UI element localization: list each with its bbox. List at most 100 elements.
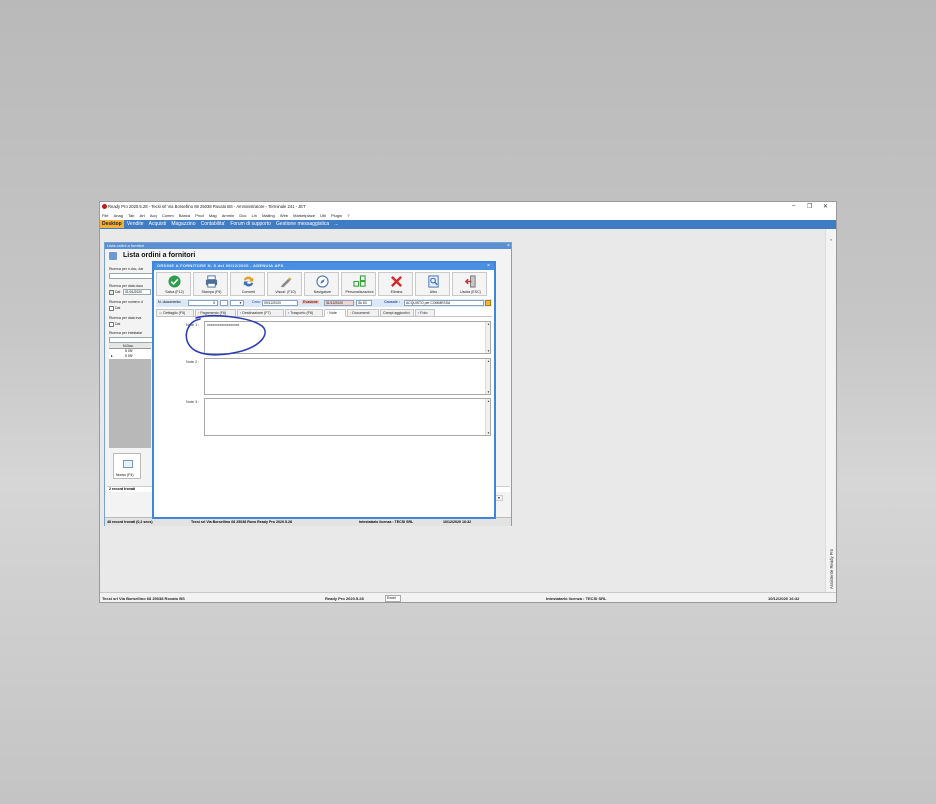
note-1-scrollbar[interactable] — [485, 322, 490, 353]
more-button[interactable]: Altro — [415, 272, 450, 296]
status-company: Tecsi srl Via Borsellino 68 25038 Rovato… — [102, 596, 185, 601]
table-row[interactable]: ▸ 5 09/ — [109, 354, 151, 359]
note-2-scrollbar[interactable] — [485, 359, 490, 394]
week-input[interactable]: Sk 53 — [356, 300, 372, 306]
tab-foto[interactable]: ▪ Foto — [415, 309, 435, 317]
exit-icon — [464, 275, 476, 288]
chevron-down-icon: ▼ — [239, 301, 242, 305]
close-button[interactable]: ✕ — [823, 203, 828, 210]
note-3-label: Note 3 : — [186, 400, 200, 404]
filter-data-input[interactable]: 01/01/2020 — [123, 289, 151, 295]
tab-note[interactable]: ▪ Note — [324, 309, 346, 317]
menu-lin[interactable]: Lin — [252, 213, 257, 218]
module-messaggistica[interactable]: Gestione messaggistica — [274, 220, 331, 228]
list-icon — [109, 252, 117, 260]
navigator-button[interactable]: Navigatore — [304, 272, 339, 296]
dropdown-arrow-icon[interactable]: ▼ — [495, 495, 503, 501]
menu-anag[interactable]: Anag — [114, 213, 123, 218]
filter-evasione-dal: Dal — [115, 322, 121, 326]
document-row: N. documento: 5 ▼ Data: 09/12/2020 Evasi… — [156, 299, 492, 307]
pencil-icon — [280, 277, 292, 288]
status-field[interactable]: Excel — [385, 595, 401, 602]
note-3-scrollbar[interactable] — [485, 399, 490, 435]
more-icon — [428, 275, 439, 288]
folder-icon[interactable] — [485, 300, 491, 306]
filter-intestatario-label: Ricerca per intestatar — [109, 331, 143, 335]
data-input[interactable]: 09/12/2020 — [262, 300, 298, 306]
menu-util[interactable]: Util — [320, 213, 326, 218]
menu-banca[interactable]: Banca — [179, 213, 190, 218]
main-statusbar: Tecsi srl Via Borsellino 68 25038 Rovato… — [100, 592, 836, 602]
causale-input[interactable]: ACQUISTO per COMMESSA — [404, 300, 484, 306]
menu-file[interactable]: File — [102, 213, 108, 218]
menu-comm[interactable]: Comm — [162, 213, 174, 218]
tab-trasporto[interactable]: ▪ Trasporto (F8) — [285, 309, 323, 317]
convert-button[interactable]: Converti — [230, 272, 265, 296]
assistant-panel[interactable]: « Assistente Ready Pro — [825, 229, 836, 592]
menu-ammin[interactable]: Ammin — [222, 213, 234, 218]
tab-documenti[interactable]: ▪ Documenti — [347, 309, 379, 317]
title-bar: Ready Pro 2020.5.28 - Tecsi srl Via Bors… — [100, 202, 836, 212]
filter-ndoc-input[interactable] — [109, 273, 153, 279]
causale-label: Causale : — [384, 300, 400, 304]
menu-prod[interactable]: Prod — [195, 213, 203, 218]
compass-icon — [316, 275, 329, 288]
module-bar: Desktop Vendite Acquisti Magazzino Conta… — [100, 220, 836, 229]
note-2-textarea[interactable] — [204, 358, 491, 395]
order-window: ORDINE A FORNITORE N. 5 del 09/12/2020 -… — [152, 261, 496, 519]
filter-numero-checkbox[interactable] — [109, 306, 114, 311]
customize-button[interactable]: Personalizzazioni — [341, 272, 376, 296]
data-label: Data: — [252, 300, 261, 304]
menu-web[interactable]: Web — [280, 213, 288, 218]
list-window-close-icon[interactable]: × — [507, 243, 510, 249]
module-contabilita[interactable]: Contabilita' — [199, 220, 228, 228]
collapse-icon[interactable]: « — [830, 237, 832, 242]
ready-pro-logo-icon — [102, 204, 107, 209]
note-3-textarea[interactable] — [204, 398, 491, 436]
evasione-input[interactable]: 31/12/2020 — [324, 300, 354, 306]
evasione-label: Evasione — [302, 300, 319, 304]
menu-marketplace[interactable]: Marketplace — [293, 213, 315, 218]
exit-button[interactable]: Uscita (ESC) — [452, 272, 487, 296]
doc-number-label: N. documento: — [158, 300, 182, 304]
module-desktop[interactable]: Desktop — [100, 220, 124, 228]
module-acquisti[interactable]: Acquisti — [147, 220, 169, 228]
row-pointer-icon: ▸ — [111, 354, 113, 358]
tab-campi-aggiuntivi[interactable]: Campi aggiuntivi — [380, 309, 414, 317]
module-magazzino[interactable]: Magazzino — [169, 220, 197, 228]
filter-evasione-checkbox[interactable] — [109, 322, 114, 327]
menu-acq[interactable]: Acq — [150, 213, 157, 218]
order-window-close-icon[interactable]: × — [487, 263, 490, 269]
minimize-button[interactable]: – — [792, 203, 795, 209]
menu-tab[interactable]: Tab — [128, 213, 134, 218]
status-license: Intestatario licenza : TECSI SRL — [546, 596, 607, 601]
menu-help[interactable]: ? — [347, 213, 349, 218]
grid-header-ndoc: N.Doc. — [123, 344, 134, 348]
module-forum[interactable]: Forum di supporto — [228, 220, 273, 228]
filter-numero-dal: Dal — [115, 306, 121, 310]
menu-mag[interactable]: Mag — [209, 213, 217, 218]
filter-data-label: Ricerca per data docu — [109, 284, 144, 288]
delete-button[interactable]: Elimina — [378, 272, 413, 296]
module-vendite[interactable]: Vendite — [125, 220, 146, 228]
view-button[interactable]: Visual. (F10) — [267, 272, 302, 296]
print-button[interactable]: Stampa (F9) — [193, 272, 228, 296]
window-title: Ready Pro 2020.5.28 - Tecsi srl Via Bors… — [108, 204, 306, 209]
module-more[interactable]: ... — [332, 220, 340, 228]
menu-bar: File Anag Tab Art Acq Comm Banca Prod Ma… — [100, 212, 836, 220]
filter-data-checkbox[interactable] — [109, 290, 114, 295]
menu-doc[interactable]: Doc — [239, 213, 246, 218]
orders-grid: N.Doc. 5 09/ ▸ 5 09/ — [109, 343, 151, 448]
doc-suffix-input[interactable] — [220, 300, 228, 306]
doc-series-select[interactable]: ▼ — [230, 300, 244, 306]
new-order-button[interactable]: Nuovo (F4) — [113, 453, 141, 479]
filter-evasione-label: Ricerca per data eva — [109, 316, 142, 320]
maximize-button[interactable]: ❐ — [807, 203, 812, 210]
menu-art[interactable]: Art — [140, 213, 145, 218]
doc-number-input[interactable]: 5 — [188, 300, 218, 306]
order-window-caption: ORDINE A FORNITORE N. 5 del 09/12/2020 -… — [154, 263, 494, 270]
menu-mailing[interactable]: Mailing — [262, 213, 275, 218]
status-license: Intestatario licenza : TECSI SRL — [359, 520, 414, 524]
menu-plugin[interactable]: Plugin — [331, 213, 342, 218]
save-button[interactable]: Salva (F12) — [156, 272, 191, 296]
